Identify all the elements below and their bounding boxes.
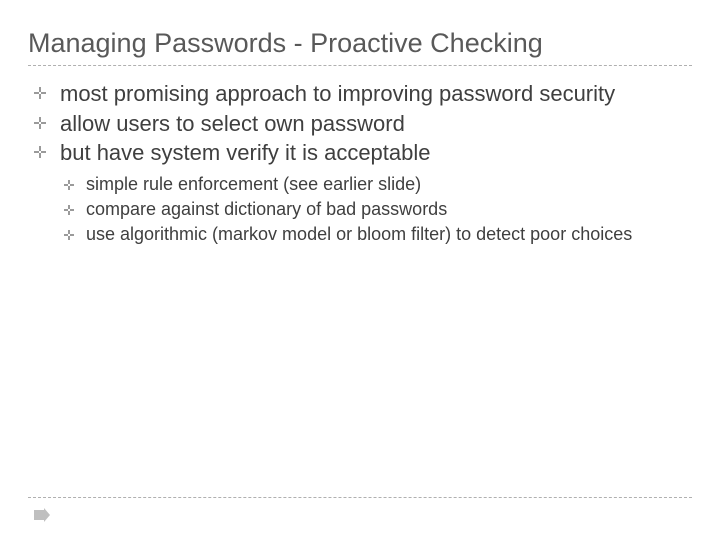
main-bullet-list: most promising approach to improving pas… [28,80,692,167]
bullet-text: compare against dictionary of bad passwo… [86,199,447,219]
slide: Managing Passwords - Proactive Checking … [0,0,720,247]
bullet-text: use algorithmic (markov model or bloom f… [86,224,632,244]
list-item: but have system verify it is acceptable [34,139,692,167]
list-item: most promising approach to improving pas… [34,80,692,108]
bullet-text: simple rule enforcement (see earlier sli… [86,174,421,194]
list-item: compare against dictionary of bad passwo… [64,198,692,221]
bullet-text: allow users to select own password [60,111,405,136]
sub-bullet-list: simple rule enforcement (see earlier sli… [28,173,692,247]
footer-divider [28,497,692,498]
bullet-text: but have system verify it is acceptable [60,140,431,165]
bullet-text: most promising approach to improving pas… [60,81,615,106]
list-item: use algorithmic (markov model or bloom f… [64,223,692,246]
next-arrow-icon [34,508,50,522]
slide-title: Managing Passwords - Proactive Checking [28,28,692,59]
list-item: simple rule enforcement (see earlier sli… [64,173,692,196]
title-divider [28,65,692,66]
list-item: allow users to select own password [34,110,692,138]
